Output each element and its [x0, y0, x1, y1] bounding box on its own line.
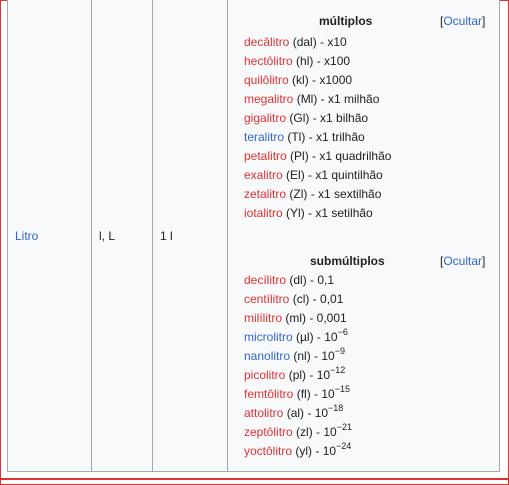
prefix-link[interactable]: gigalitro [244, 111, 286, 125]
prefix-link[interactable]: microlitro [244, 330, 293, 344]
prefix-link[interactable]: centílitro [244, 292, 289, 306]
equivalence-text: 1 l [160, 228, 173, 243]
prefix-exponent: −9 [334, 346, 345, 356]
prefix-value: (kl) - x1000 [288, 73, 353, 87]
list-item: microlitro (µl) - 10−6 [244, 328, 352, 347]
list-item: attolitro (al) - 10−18 [244, 404, 352, 423]
prefix-link[interactable]: exalitro [244, 168, 283, 182]
unit-name-link[interactable]: Litro [15, 229, 38, 243]
prefix-link[interactable]: zetalitro [244, 187, 286, 201]
list-item: zetalitro (Zl) - x1 sextilhão [244, 185, 391, 204]
list-item: decílitro (dl) - 0,1 [244, 271, 352, 290]
multiples-toggle: [Ocultar] [440, 14, 486, 28]
prefix-exponent: −21 [336, 422, 352, 432]
prefix-value: (Pl) - x1 quadrilhão [286, 149, 392, 163]
prefix-value: (cl) - 0,01 [289, 292, 344, 306]
list-item: petalitro (Pl) - x1 quadrilhão [244, 147, 391, 166]
prefix-link[interactable]: yoctôlitro [244, 444, 292, 458]
unit-table-row: Litro l, L 1 l múltiplos [Ocultar] decâl… [7, 0, 500, 472]
list-item: hectôlitro (hl) - x100 [244, 52, 391, 71]
list-item: femtôlitro (fl) - 10−15 [244, 385, 352, 404]
prefix-value: (yl) - 10 [292, 444, 337, 458]
prefix-link[interactable]: decâlitro [244, 35, 289, 49]
multiples-title: múltiplos [319, 14, 373, 28]
list-item: teralitro (Tl) - x1 trilhão [244, 128, 391, 147]
prefix-link[interactable]: attolitro [244, 406, 283, 420]
prefix-value: (µl) - 10 [292, 330, 338, 344]
prefix-link[interactable]: decílitro [244, 273, 286, 287]
list-item: yoctôlitro (yl) - 10−24 [244, 442, 352, 461]
prefix-value: (dal) - x10 [289, 35, 347, 49]
prefix-link[interactable]: teralitro [244, 130, 284, 144]
prefix-exponent: −12 [330, 365, 346, 375]
prefix-value: (al) - 10 [283, 406, 329, 420]
prefix-value: (El) - x1 quintilhão [282, 168, 383, 182]
prefixes-cell: múltiplos [Ocultar] decâlitro (dal) - x1… [227, 0, 500, 472]
prefix-link[interactable]: nanolitro [244, 349, 290, 363]
prefix-link[interactable]: femtôlitro [244, 387, 293, 401]
frame-bottom-edge [1, 478, 508, 480]
list-item: gigalitro (Gl) - x1 bilhão [244, 109, 391, 128]
list-item: zeptôlitro (zl) - 10−21 [244, 423, 352, 442]
prefix-link[interactable]: petalitro [244, 149, 287, 163]
submultiples-list: decílitro (dl) - 0,1 centílitro (cl) - 0,… [244, 271, 352, 461]
multiples-section: múltiplos [Ocultar] decâlitro (dal) - x1… [235, 0, 492, 471]
prefix-link[interactable]: zeptôlitro [244, 425, 293, 439]
prefix-exponent: −18 [328, 403, 344, 413]
multiples-list: decâlitro (dal) - x10 hectôlitro (hl) - x… [244, 33, 391, 223]
prefix-value: (Yl) - x1 setilhão [282, 206, 373, 220]
prefix-exponent: −24 [336, 441, 352, 451]
symbols-text: l, L [99, 228, 116, 243]
prefix-value: (Zl) - x1 sextilhão [286, 187, 382, 201]
prefix-link[interactable]: quilôlitro [244, 73, 289, 87]
list-item: picolitro (pl) - 10−12 [244, 366, 352, 385]
list-item: nanolitro (nl) - 10−9 [244, 347, 352, 366]
prefix-value: (Ml) - x1 milhão [293, 92, 380, 106]
list-item: exalitro (El) - x1 quintilhão [244, 166, 391, 185]
table-row: Litro l, L 1 l múltiplos [Ocultar] decâl… [7, 0, 500, 472]
submultiples-title: submúltiplos [310, 254, 385, 268]
list-item: quilôlitro (kl) - x1000 [244, 71, 391, 90]
prefix-link[interactable]: milílitro [244, 311, 282, 325]
unit-name-cell: Litro [7, 0, 92, 472]
prefix-value: (dl) - 0,1 [286, 273, 335, 287]
prefix-exponent: −6 [337, 327, 348, 337]
list-item: centílitro (cl) - 0,01 [244, 290, 352, 309]
list-item: megalitro (Ml) - x1 milhão [244, 90, 391, 109]
prefix-value: (pl) - 10 [285, 368, 331, 382]
prefix-exponent: −15 [334, 384, 350, 394]
list-item: milílitro (ml) - 0,001 [244, 309, 352, 328]
prefix-value: (Gl) - x1 bilhão [286, 111, 369, 125]
prefix-value: (hl) - x100 [292, 54, 351, 68]
prefix-link[interactable]: picolitro [244, 368, 285, 382]
prefix-value: (ml) - 0,001 [282, 311, 347, 325]
symbols-cell: l, L [91, 0, 153, 472]
submultiples-toggle: [Ocultar] [440, 254, 486, 268]
prefix-value: (Tl) - x1 trilhão [284, 130, 365, 144]
multiples-hide-button[interactable]: Ocultar [443, 14, 482, 28]
prefix-link[interactable]: megalitro [244, 92, 293, 106]
prefix-value: (fl) - 10 [293, 387, 335, 401]
equivalence-cell: 1 l [152, 0, 228, 472]
list-item: decâlitro (dal) - x10 [244, 33, 391, 52]
list-item: iotalitro (Yl) - x1 setilhão [244, 204, 391, 223]
prefix-link[interactable]: hectôlitro [244, 54, 293, 68]
prefix-value: (zl) - 10 [292, 425, 337, 439]
submultiples-hide-button[interactable]: Ocultar [443, 254, 482, 268]
prefix-link[interactable]: iotalitro [244, 206, 283, 220]
prefix-value: (nl) - 10 [290, 349, 335, 363]
